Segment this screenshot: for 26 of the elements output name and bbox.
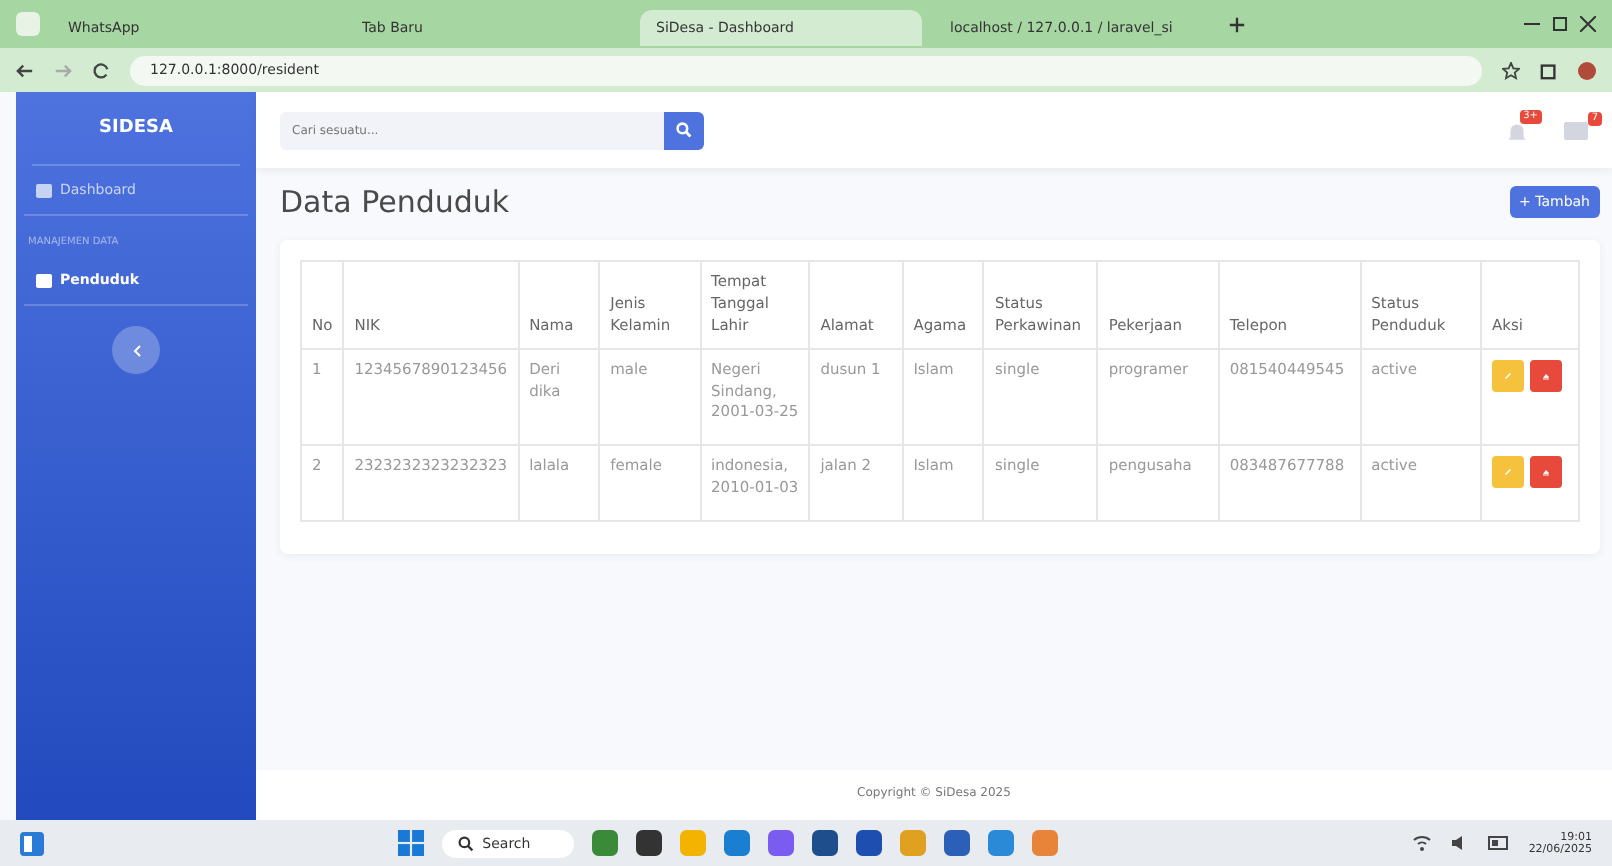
app-icon[interactable] [812, 830, 839, 856]
app-icon[interactable] [856, 830, 883, 856]
table-icon [36, 183, 52, 197]
new-tab-icon[interactable] [1228, 15, 1246, 33]
back-icon[interactable] [16, 61, 34, 79]
app-icon[interactable] [636, 830, 663, 856]
restore-icon[interactable] [1552, 16, 1568, 32]
widgets-icon[interactable] [20, 831, 44, 855]
battery-icon[interactable] [1488, 836, 1511, 850]
wifi-icon[interactable] [1412, 834, 1433, 852]
chevron-left-icon [131, 343, 141, 357]
close-icon[interactable] [1580, 16, 1596, 32]
reload-icon[interactable] [92, 61, 110, 79]
search-icon [458, 835, 475, 851]
star-icon[interactable] [1502, 61, 1520, 79]
profile-avatar[interactable] [1578, 61, 1596, 79]
search-button[interactable] [664, 111, 704, 149]
delete-button[interactable] [1530, 359, 1562, 392]
brand-title: SIDESA [32, 92, 240, 166]
search-icon [676, 122, 692, 138]
page-title: Data Penduduk [280, 184, 510, 220]
app-icon[interactable] [944, 830, 971, 856]
table-icon [36, 273, 52, 287]
start-icon[interactable] [398, 830, 425, 856]
bell-icon[interactable] [1506, 119, 1528, 141]
delete-button[interactable] [1530, 456, 1562, 489]
